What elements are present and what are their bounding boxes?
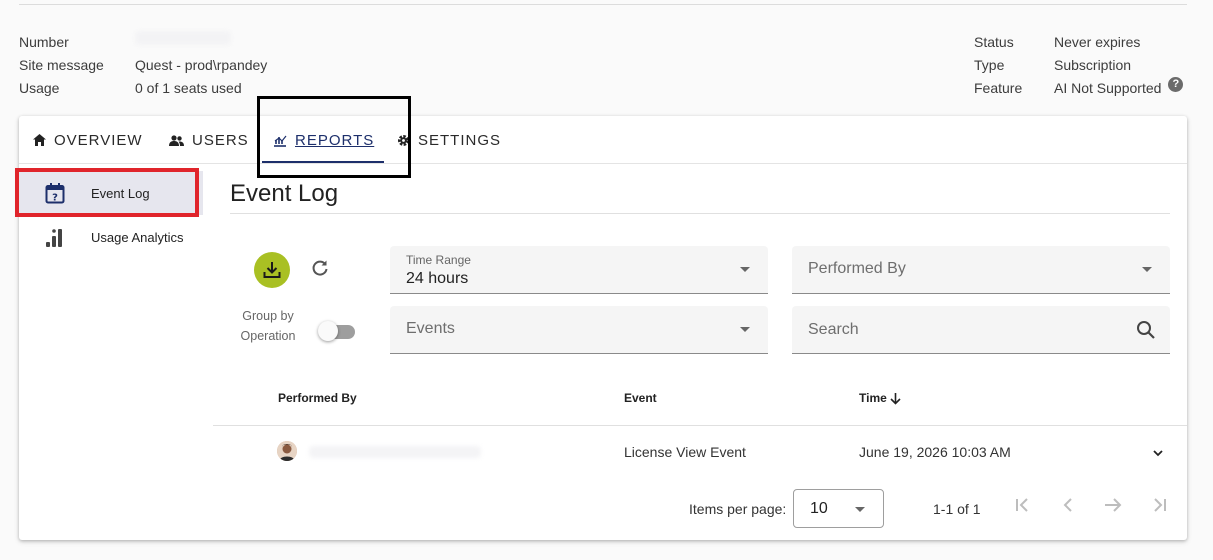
avatar xyxy=(277,441,297,461)
sidebar-item-event-log[interactable]: ? Event Log xyxy=(19,171,203,215)
column-header-time[interactable]: Time xyxy=(859,391,902,405)
info-label: Status xyxy=(974,34,1014,50)
event-cell: License View Event xyxy=(624,444,746,460)
svg-text:?: ? xyxy=(52,192,58,203)
info-row-number: Number xyxy=(19,31,267,54)
info-label: Type xyxy=(974,57,1005,73)
field-value: 24 hours xyxy=(406,270,469,287)
info-label: Number xyxy=(19,34,69,50)
license-card: OVERVIEW USERS REPORTS SETTINGS ? Event … xyxy=(15,96,1187,540)
search-field[interactable] xyxy=(792,306,1170,354)
dropdown-arrow-icon xyxy=(1142,267,1152,272)
field-label: Time Range xyxy=(406,253,471,267)
sidebar-item-label: Event Log xyxy=(91,185,150,201)
toggle-knob xyxy=(318,321,338,341)
download-icon xyxy=(263,262,281,278)
sidebar-item-label: Usage Analytics xyxy=(91,229,184,245)
info-value: Subscription xyxy=(1054,57,1132,73)
tab-label: REPORTS xyxy=(295,131,375,149)
column-header-performed-by[interactable]: Performed By xyxy=(278,391,357,405)
tab-overview[interactable]: OVERVIEW xyxy=(33,116,143,164)
dropdown-arrow-icon xyxy=(740,327,750,332)
items-per-page-value: 10 xyxy=(810,500,828,517)
reports-icon xyxy=(274,135,287,147)
chevron-down-icon xyxy=(1153,450,1163,457)
license-info-right: Status Never expires Type Subscription F… xyxy=(974,31,1184,100)
tab-label: USERS xyxy=(192,131,249,149)
download-button[interactable] xyxy=(254,252,290,288)
sort-descending-icon xyxy=(890,392,901,405)
home-icon xyxy=(33,134,46,146)
page-title: Event Log xyxy=(230,180,339,207)
bar-chart-icon xyxy=(19,227,91,247)
redacted-user-name xyxy=(309,446,481,458)
previous-page-button[interactable] xyxy=(1061,497,1075,518)
items-per-page-label: Items per page: xyxy=(689,501,787,517)
pagination-range: 1-1 of 1 xyxy=(933,501,981,517)
license-info-left: Number Site message Quest - prod\rpandey… xyxy=(19,31,267,100)
refresh-button[interactable] xyxy=(310,258,330,283)
info-value: Quest - prod\rpandey xyxy=(135,57,268,73)
expand-row-button[interactable] xyxy=(1152,446,1164,464)
dropdown-arrow-icon xyxy=(740,267,750,272)
info-row-usage: Usage 0 of 1 seats used xyxy=(19,77,267,100)
title-divider xyxy=(230,213,1170,214)
events-select[interactable]: Events xyxy=(390,306,768,354)
active-tab-indicator xyxy=(262,161,384,163)
refresh-icon xyxy=(312,260,328,276)
last-page-button[interactable] xyxy=(1150,497,1168,518)
info-value: AI Not Supported xyxy=(1054,80,1162,96)
time-range-select[interactable]: Time Range 24 hours xyxy=(390,246,768,294)
info-row-site-message: Site message Quest - prod\rpandey xyxy=(19,54,267,77)
field-placeholder: Performed By xyxy=(808,260,906,277)
tab-label: SETTINGS xyxy=(418,131,502,149)
arrow-right-icon xyxy=(1105,498,1122,512)
group-by-operation-label: Group by Operation xyxy=(240,309,296,343)
next-page-button[interactable] xyxy=(1103,497,1123,518)
info-value: 0 of 1 seats used xyxy=(135,80,242,96)
info-value: Never expires xyxy=(1054,34,1141,50)
info-row-feature: Feature AI Not Supported ? xyxy=(974,77,1184,100)
info-label: Usage xyxy=(19,80,60,96)
sidebar-item-usage-analytics[interactable]: Usage Analytics xyxy=(19,215,203,259)
table-header-divider xyxy=(213,425,1187,426)
first-page-icon xyxy=(1016,498,1028,512)
field-placeholder: Events xyxy=(406,320,455,337)
dropdown-arrow-icon xyxy=(855,507,865,512)
column-header-event[interactable]: Event xyxy=(624,391,657,405)
info-row-type: Type Subscription xyxy=(974,54,1183,77)
tab-settings[interactable]: SETTINGS xyxy=(397,116,501,164)
info-label: Feature xyxy=(974,80,1023,96)
time-cell: June 19, 2026 10:03 AM xyxy=(859,444,1011,460)
redacted-number xyxy=(135,31,231,45)
first-page-button[interactable] xyxy=(1014,497,1032,518)
calendar-question-icon: ? xyxy=(19,182,91,204)
tab-label: OVERVIEW xyxy=(54,131,143,149)
info-row-status: Status Never expires xyxy=(974,31,1183,54)
gear-icon xyxy=(398,134,409,146)
tab-users[interactable]: USERS xyxy=(169,116,249,164)
top-divider xyxy=(19,4,1187,5)
column-header-label: Time xyxy=(859,391,887,405)
search-input[interactable] xyxy=(792,306,1170,353)
search-icon xyxy=(1137,321,1155,339)
tab-bar: OVERVIEW USERS REPORTS SETTINGS xyxy=(19,96,1187,178)
users-icon xyxy=(169,134,184,146)
chevron-left-icon xyxy=(1063,498,1072,512)
info-label: Site message xyxy=(19,57,104,73)
performed-by-select[interactable]: Performed By xyxy=(792,246,1170,294)
tab-reports[interactable]: REPORTS xyxy=(273,116,374,164)
help-icon[interactable]: ? xyxy=(1168,77,1184,92)
last-page-icon xyxy=(1154,498,1166,512)
items-per-page-select[interactable]: 10 xyxy=(793,489,884,528)
group-by-operation-toggle[interactable] xyxy=(318,320,356,342)
